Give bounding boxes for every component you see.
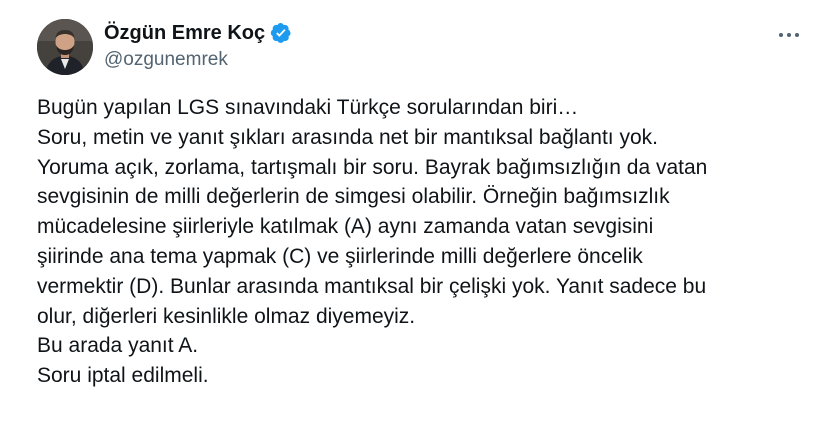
tweet-text-line: olur, diğerleri kesinlikle olmaz diyemey… (37, 304, 416, 328)
author-name[interactable]: Özgün Emre Koç (104, 20, 265, 46)
verified-badge-icon (270, 22, 292, 44)
tweet-text-line: vermektir (D). Bunlar arasında mantıksal… (37, 274, 707, 298)
tweet-text-line: Soru iptal edilmeli. (37, 364, 209, 388)
tweet-text-line: Soru, metin ve yanıt şıkları arasında ne… (37, 125, 658, 149)
tweet-text-line: Yoruma açık, zorlama, tartışmalı bir sor… (37, 155, 708, 179)
more-horizontal-icon (779, 33, 783, 37)
tweet-text-line: Bugün yapılan LGS sınavındaki Türkçe sor… (37, 96, 579, 119)
more-horizontal-icon-dot (787, 33, 791, 37)
more-horizontal-icon-dot (795, 33, 799, 37)
tweet-text-line: Bu arada yanıt A. (37, 334, 199, 358)
tweet-text-line: sevgisinin de milli değerlerin de simges… (37, 185, 670, 209)
tweet-text-line: şiirinde ana tema yapmak (C) ve şiirleri… (37, 244, 643, 268)
avatar[interactable] (37, 19, 93, 75)
author-handle[interactable]: @ozgunemrek (104, 48, 228, 72)
avatar-image (37, 19, 93, 75)
tweet-text: Bugün yapılan LGS sınavındaki Türkçe sor… (37, 93, 807, 391)
tweet-text-line: mücadelesine şiirleriyle katılmak (A) ay… (37, 215, 654, 239)
more-options-button[interactable] (772, 22, 806, 48)
author-name-row[interactable]: Özgün Emre Koç (104, 20, 292, 46)
tweet-card: Özgün Emre Koç @ozgunemrek Bugün yapılan… (0, 0, 820, 426)
